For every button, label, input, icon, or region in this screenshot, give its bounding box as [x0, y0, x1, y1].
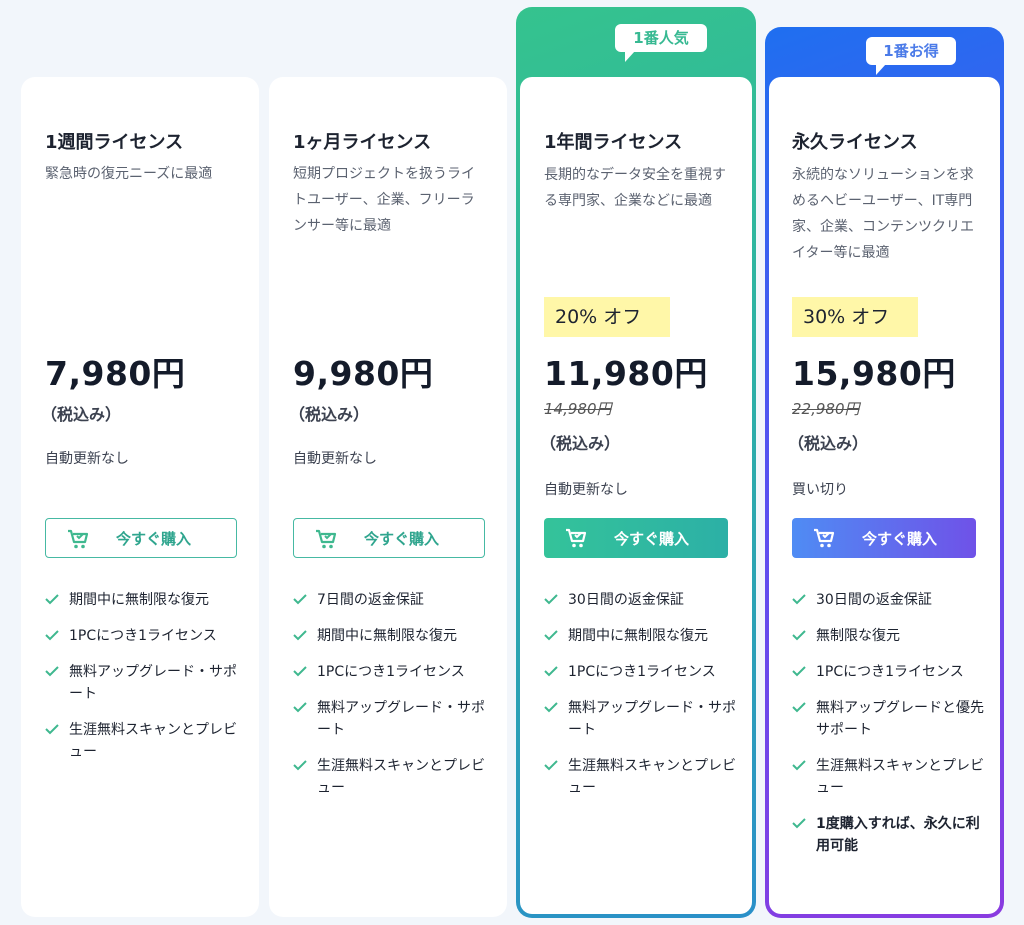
check-icon — [792, 666, 806, 677]
renewal-note: 買い切り — [792, 482, 848, 498]
renewal-note: 自動更新なし — [544, 482, 628, 498]
buy-now-label: 今すぐ購入 — [862, 529, 938, 548]
plan-description: 永続的なソリューションを求めるヘビーユーザー、IT専門家、企業、コンテンツクリエ… — [792, 167, 974, 261]
tax-label: （税込み） — [289, 405, 370, 424]
check-icon — [45, 630, 59, 641]
check-icon — [792, 818, 806, 829]
buy-now-button[interactable]: 今すぐ購入 — [544, 518, 728, 558]
plan-title: 1年間ライセンス — [544, 132, 683, 153]
plan-price: 7,980円 — [45, 354, 186, 393]
check-icon — [544, 702, 558, 713]
original-price: 22,980円 — [792, 400, 860, 418]
plan-price: 11,980円 — [544, 354, 708, 393]
check-icon — [544, 666, 558, 677]
cart-icon — [316, 529, 337, 549]
plan-content: 1週間ライセンス 緊急時の復元ニーズに最適 7,980円 （税込み） 自動更新な… — [41, 77, 241, 917]
plan-price: 9,980円 — [293, 354, 434, 393]
buy-now-label: 今すぐ購入 — [364, 529, 440, 548]
plan-description: 長期的なデータ安全を重視する専門家、企業などに最適 — [544, 167, 726, 209]
plan-title: 永久ライセンス — [792, 132, 918, 153]
check-icon — [45, 666, 59, 677]
popular-badge: 1番人気 — [615, 24, 707, 62]
cart-icon — [814, 528, 835, 548]
check-icon — [293, 594, 307, 605]
buy-now-label: 今すぐ購入 — [116, 529, 192, 548]
tax-label: （税込み） — [788, 434, 869, 453]
original-price: 14,980円 — [544, 400, 612, 418]
check-icon — [792, 630, 806, 641]
tax-label: （税込み） — [540, 434, 621, 453]
tax-label: （税込み） — [41, 405, 122, 424]
cart-icon — [68, 529, 89, 549]
check-icon — [544, 760, 558, 771]
check-icon — [792, 594, 806, 605]
check-icon — [45, 594, 59, 605]
cart-icon — [566, 528, 587, 548]
renewal-note: 自動更新なし — [45, 451, 129, 467]
check-icon — [544, 594, 558, 605]
check-icon — [792, 760, 806, 771]
buy-now-button[interactable]: 今すぐ購入 — [45, 518, 237, 558]
check-icon — [293, 666, 307, 677]
discount-badge: 20% オフ — [544, 297, 670, 337]
discount-badge: 30% オフ — [792, 297, 918, 337]
renewal-note: 自動更新なし — [293, 451, 377, 467]
check-icon — [45, 724, 59, 735]
plan-card-weekly: 1週間ライセンス 緊急時の復元ニーズに最適 7,980円 （税込み） 自動更新な… — [21, 77, 259, 917]
plan-title: 1週間ライセンス — [45, 132, 184, 153]
buy-now-button[interactable]: 今すぐ購入 — [792, 518, 976, 558]
check-icon — [293, 702, 307, 713]
check-icon — [792, 702, 806, 713]
check-icon — [293, 760, 307, 771]
best-value-badge: 1番お得 — [866, 37, 956, 75]
check-icon — [293, 630, 307, 641]
buy-now-button[interactable]: 今すぐ購入 — [293, 518, 485, 558]
plan-description: 緊急時の復元ニーズに最適 — [45, 166, 213, 182]
plan-description: 短期プロジェクトを扱うライトユーザー、企業、フリーランサー等に最適 — [293, 166, 475, 234]
buy-now-label: 今すぐ購入 — [614, 529, 690, 548]
plan-price: 15,980円 — [792, 354, 956, 393]
plan-title: 1ヶ月ライセンス — [293, 132, 432, 153]
check-icon — [544, 630, 558, 641]
